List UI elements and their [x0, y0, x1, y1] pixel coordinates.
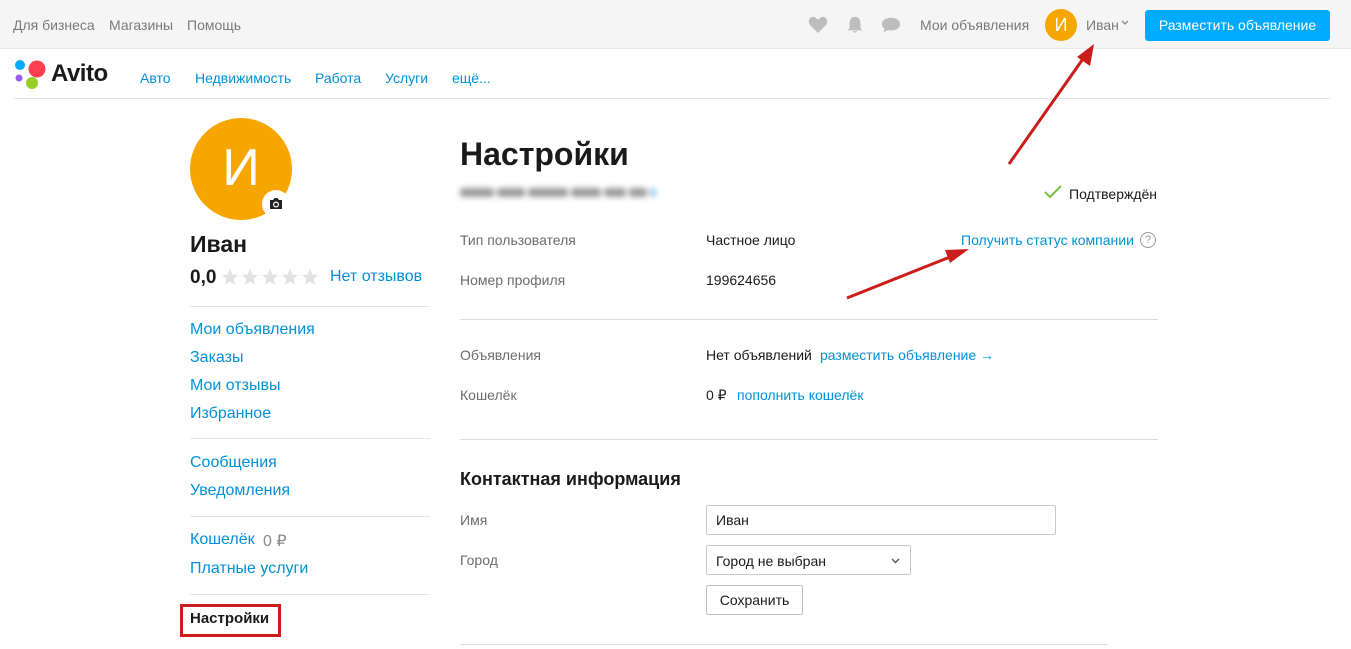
camera-icon — [270, 198, 282, 209]
sidebar-item-favorites[interactable]: Избранное — [190, 405, 271, 423]
city-label: Город — [460, 552, 498, 568]
sidebar-item-settings[interactable]: Настройки — [190, 610, 269, 627]
logo-text[interactable]: Avito — [51, 60, 108, 88]
nav-more[interactable]: ещё... — [452, 70, 491, 86]
ads-label: Объявления — [460, 347, 541, 363]
bell-icon[interactable] — [845, 16, 865, 34]
profile-name: Иван — [190, 231, 248, 257]
sidebar-item-paid-services[interactable]: Платные услуги — [190, 560, 308, 578]
sidebar-item-orders[interactable]: Заказы — [190, 349, 243, 367]
chevron-down-icon — [891, 558, 900, 564]
sidebar-wallet-amount: 0 ₽ — [263, 533, 287, 550]
contact-info-title: Контактная информация — [460, 469, 681, 489]
profile-number-label: Номер профиля — [460, 272, 566, 288]
star-icon — [302, 269, 318, 285]
user-type-label: Тип пользователя — [460, 232, 576, 248]
chevron-down-icon[interactable] — [1121, 20, 1129, 26]
city-select-value: Город не выбран — [716, 553, 826, 569]
shops-link[interactable]: Магазины — [109, 17, 173, 33]
sidebar-item-wallet[interactable]: Кошелёк — [190, 531, 255, 549]
sidebar-divider — [190, 306, 430, 307]
check-icon — [1044, 185, 1062, 199]
section-divider — [460, 319, 1158, 320]
sidebar-divider — [190, 594, 430, 595]
reviews-link[interactable]: Нет отзывов — [330, 268, 422, 286]
user-menu-name[interactable]: Иван — [1086, 17, 1119, 33]
avito-logo-icon[interactable] — [14, 58, 54, 90]
top-up-wallet-link[interactable]: пополнить кошелёк — [737, 387, 863, 403]
sidebar-divider — [190, 438, 430, 439]
nav-auto[interactable]: Авто — [140, 70, 171, 86]
wallet-value: 0 ₽ — [706, 387, 727, 403]
star-icon — [282, 269, 298, 285]
arrow-to-user-menu-icon — [1007, 44, 1094, 165]
sidebar-divider — [190, 516, 430, 517]
sidebar-item-my-reviews[interactable]: Мои отзывы — [190, 377, 281, 395]
verified-status: Подтверждён — [1069, 186, 1158, 202]
nav-divider — [14, 98, 1330, 99]
company-status-link[interactable]: Получить статус компании — [961, 232, 1134, 248]
sidebar-item-notifications[interactable]: Уведомления — [190, 482, 290, 500]
nav-services[interactable]: Услуги — [385, 70, 428, 86]
star-icon — [222, 269, 238, 285]
section-divider — [460, 644, 1108, 645]
email-redacted — [460, 183, 670, 203]
user-avatar[interactable]: И — [1045, 9, 1077, 41]
heart-icon[interactable] — [808, 16, 828, 34]
section-divider — [460, 439, 1158, 440]
page-title: Настройки — [460, 136, 629, 172]
profile-number-value: 199624656 — [706, 272, 777, 288]
name-field[interactable] — [706, 505, 1056, 535]
save-button[interactable]: Сохранить — [706, 585, 803, 615]
post-ad-button[interactable]: Разместить объявление — [1145, 10, 1330, 41]
name-label: Имя — [460, 512, 488, 528]
star-icon — [262, 269, 278, 285]
star-icon — [242, 269, 258, 285]
help-link[interactable]: Помощь — [187, 17, 241, 33]
change-photo-button[interactable] — [262, 190, 290, 218]
nav-realty[interactable]: Недвижимость — [195, 70, 291, 86]
user-type-value: Частное лицо — [706, 232, 796, 248]
top-bar: Для бизнеса Магазины Помощь Мои объявлен… — [0, 0, 1351, 49]
rating-value: 0,0 — [190, 267, 217, 288]
help-icon[interactable]: ? — [1140, 232, 1156, 248]
rating-stars — [222, 269, 318, 285]
arrow-to-company-status-icon — [846, 249, 969, 300]
chat-icon[interactable] — [881, 16, 901, 34]
nav-jobs[interactable]: Работа — [315, 70, 361, 86]
wallet-label: Кошелёк — [460, 387, 517, 403]
my-ads-link[interactable]: Мои объявления — [920, 17, 1029, 33]
sidebar-item-my-ads[interactable]: Мои объявления — [190, 321, 315, 339]
sidebar-item-messages[interactable]: Сообщения — [190, 454, 277, 472]
for-business-link[interactable]: Для бизнеса — [13, 17, 95, 33]
city-select[interactable]: Город не выбран — [706, 545, 911, 575]
post-ad-link[interactable]: разместить объявление → — [820, 347, 994, 363]
ads-value: Нет объявлений — [706, 347, 812, 363]
